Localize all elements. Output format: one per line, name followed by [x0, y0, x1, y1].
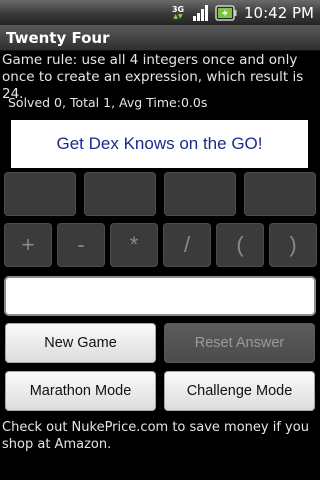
operator-divide-button[interactable]: / [163, 223, 211, 267]
battery-icon [215, 4, 237, 22]
marathon-mode-button[interactable]: Marathon Mode [5, 371, 156, 411]
number-card[interactable] [164, 172, 236, 216]
expression-input[interactable] [4, 276, 316, 316]
close-paren-button[interactable]: ) [269, 223, 317, 267]
ad-banner-text: Get Dex Knows on the GO! [56, 134, 263, 153]
new-game-button[interactable]: New Game [5, 323, 156, 363]
network-3g-icon: 3G ▲▼ [171, 4, 185, 20]
number-card[interactable] [244, 172, 316, 216]
status-bar: 3G ▲▼ 10:42 PM [0, 0, 320, 25]
number-card[interactable] [84, 172, 156, 216]
reset-answer-button[interactable]: Reset Answer [164, 323, 315, 363]
number-card[interactable] [4, 172, 76, 216]
status-clock: 10:42 PM [244, 3, 314, 22]
open-paren-button[interactable]: ( [216, 223, 264, 267]
operator-plus-button[interactable]: + [4, 223, 52, 267]
footer-promo-text: Check out NukePrice.com to save money if… [2, 420, 309, 452]
signal-icon [192, 4, 210, 22]
challenge-mode-button[interactable]: Challenge Mode [164, 371, 315, 411]
operator-minus-button[interactable]: - [57, 223, 105, 267]
ad-banner[interactable]: Get Dex Knows on the GO! [11, 120, 308, 168]
number-card-row [4, 172, 318, 216]
operator-multiply-button[interactable]: * [110, 223, 158, 267]
app-title: Twenty Four [0, 25, 320, 51]
operator-row: + - * / ( ) [4, 223, 318, 267]
stats-text: Solved 0, Total 1, Avg Time:0.0s [8, 95, 208, 110]
